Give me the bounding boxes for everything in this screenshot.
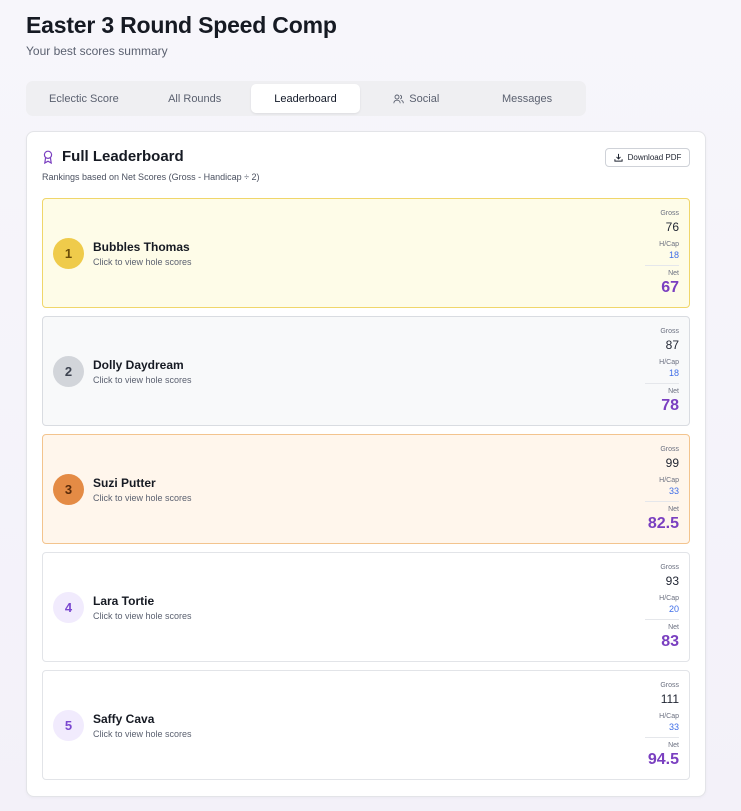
net-value: 94.5: [647, 751, 679, 768]
player-name: Suzi Putter: [93, 476, 156, 490]
tab-bar: Eclectic Score All Rounds Leaderboard So…: [26, 81, 586, 116]
leaderboard-subtitle: Rankings based on Net Scores (Gross - Ha…: [42, 172, 260, 182]
gross-label: Gross: [660, 564, 679, 571]
net-label: Net: [668, 624, 679, 631]
leaderboard-row[interactable]: 4 Lara Tortie Click to view hole scores …: [42, 552, 690, 662]
tab-label: Leaderboard: [274, 92, 337, 105]
gross-value: 111: [660, 692, 679, 706]
gross-value: 93: [665, 574, 679, 588]
handicap-label: H/Cap: [659, 359, 679, 366]
handicap-label: H/Cap: [659, 713, 679, 720]
rank-badge: 1: [53, 238, 84, 269]
score-divider: [645, 619, 679, 620]
handicap-value: 20: [668, 604, 679, 614]
handicap-value: 33: [668, 722, 679, 732]
tab-label: All Rounds: [168, 92, 222, 105]
page-subtitle: Your best scores summary: [26, 44, 168, 58]
view-scores-hint: Click to view hole scores: [93, 375, 192, 385]
score-summary: Gross 111 H/Cap 33 Net 94.5: [629, 681, 679, 770]
tab-social[interactable]: Social: [361, 84, 471, 113]
score-summary: Gross 87 H/Cap 18 Net 78: [629, 327, 679, 416]
rank-badge: 2: [53, 356, 84, 387]
download-pdf-button[interactable]: Download PDF: [605, 148, 690, 167]
tab-messages[interactable]: Messages: [472, 84, 582, 113]
award-icon: [42, 150, 54, 169]
score-divider: [645, 737, 679, 738]
gross-label: Gross: [660, 210, 679, 217]
leaderboard-list: 1 Bubbles Thomas Click to view hole scor…: [42, 198, 690, 788]
handicap-value: 33: [668, 486, 679, 496]
score-divider: [645, 501, 679, 502]
download-icon: [613, 153, 623, 162]
view-scores-hint: Click to view hole scores: [93, 729, 192, 739]
leaderboard-row[interactable]: 2 Dolly Daydream Click to view hole scor…: [42, 316, 690, 426]
score-divider: [645, 383, 679, 384]
player-name: Dolly Daydream: [93, 358, 184, 372]
leaderboard-row[interactable]: 3 Suzi Putter Click to view hole scores …: [42, 434, 690, 544]
page-title: Easter 3 Round Speed Comp: [26, 12, 337, 38]
score-summary: Gross 93 H/Cap 20 Net 83: [629, 563, 679, 652]
tab-label: Messages: [502, 92, 553, 105]
handicap-label: H/Cap: [659, 241, 679, 248]
net-label: Net: [668, 742, 679, 749]
gross-value: 87: [665, 338, 679, 352]
gross-label: Gross: [660, 682, 679, 689]
tab-all-rounds[interactable]: All Rounds: [140, 84, 250, 113]
net-value: 78: [661, 397, 679, 414]
rank-badge: 5: [53, 710, 84, 741]
gross-label: Gross: [660, 328, 679, 335]
leaderboard-row[interactable]: 5 Saffy Cava Click to view hole scores G…: [42, 670, 690, 780]
leaderboard-row[interactable]: 1 Bubbles Thomas Click to view hole scor…: [42, 198, 690, 308]
download-pdf-label: Download PDF: [627, 153, 682, 162]
player-name: Bubbles Thomas: [93, 240, 190, 254]
player-name: Saffy Cava: [93, 712, 155, 726]
net-label: Net: [668, 506, 679, 513]
player-name: Lara Tortie: [93, 594, 155, 608]
net-value: 67: [661, 279, 679, 296]
gross-value: 99: [665, 456, 679, 470]
handicap-value: 18: [668, 250, 679, 260]
view-scores-hint: Click to view hole scores: [93, 611, 192, 621]
rank-badge: 3: [53, 474, 84, 505]
net-value: 83: [661, 633, 679, 650]
leaderboard-title: Full Leaderboard: [62, 148, 184, 165]
score-summary: Gross 76 H/Cap 18 Net 67: [629, 209, 679, 298]
users-icon: [393, 94, 405, 104]
rank-badge: 4: [53, 592, 84, 623]
handicap-value: 18: [668, 368, 679, 378]
score-summary: Gross 99 H/Cap 33 Net 82.5: [629, 445, 679, 534]
net-label: Net: [668, 270, 679, 277]
handicap-label: H/Cap: [659, 595, 679, 602]
view-scores-hint: Click to view hole scores: [93, 257, 192, 267]
tab-label: Eclectic Score: [49, 92, 119, 105]
tab-leaderboard[interactable]: Leaderboard: [250, 84, 361, 113]
handicap-label: H/Cap: [659, 477, 679, 484]
tab-label: Social: [409, 92, 440, 105]
view-scores-hint: Click to view hole scores: [93, 493, 192, 503]
gross-label: Gross: [660, 446, 679, 453]
leaderboard-card: Full Leaderboard Rankings based on Net S…: [26, 131, 706, 797]
gross-value: 76: [665, 220, 679, 234]
net-label: Net: [668, 388, 679, 395]
tab-eclectic-score[interactable]: Eclectic Score: [29, 84, 139, 113]
net-value: 82.5: [647, 515, 679, 532]
score-divider: [645, 265, 679, 266]
